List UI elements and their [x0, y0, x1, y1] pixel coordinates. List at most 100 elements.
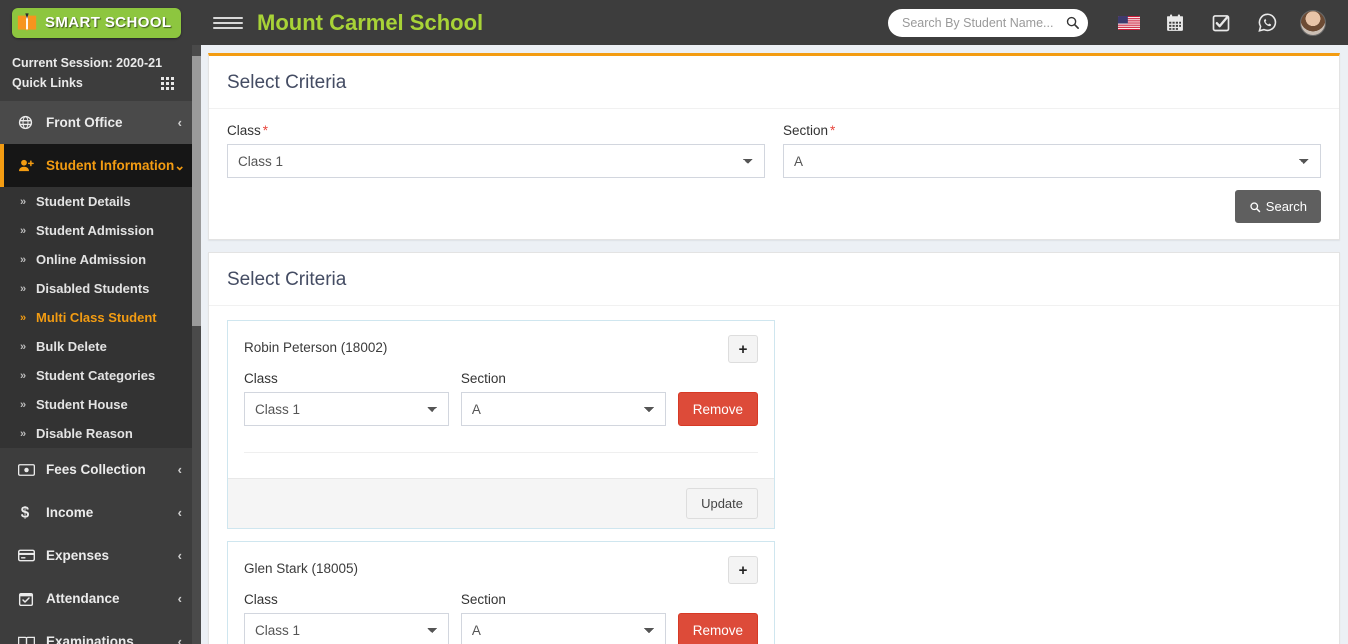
- search-button-row: Search: [227, 178, 1321, 227]
- sidebar-item-label: Attendance: [40, 591, 178, 606]
- student-cards-grid: Robin Peterson (18002) + Class Class 1: [227, 320, 1321, 644]
- search-input[interactable]: [902, 16, 1065, 30]
- sidebar-subitem-student-details[interactable]: » Student Details: [0, 187, 200, 216]
- student-information-submenu: » Student Details » Student Admission » …: [0, 187, 200, 448]
- sidebar-subitem-student-admission[interactable]: » Student Admission: [0, 216, 200, 245]
- sidebar-subitem-bulk-delete[interactable]: » Bulk Delete: [0, 332, 200, 361]
- card-class-select[interactable]: Class 1: [244, 613, 449, 644]
- language-flag-button[interactable]: [1106, 0, 1152, 45]
- sidebar-item-label: Examinations: [40, 634, 178, 644]
- update-button[interactable]: Update: [686, 488, 758, 519]
- book-icon: [18, 635, 40, 644]
- chevron-double-right-icon: »: [20, 196, 36, 208]
- sidebar-item-examinations[interactable]: Examinations ‹: [0, 620, 200, 644]
- add-class-button[interactable]: +: [728, 556, 758, 584]
- chevron-double-right-icon: »: [20, 254, 36, 266]
- student-card-body: Robin Peterson (18002) + Class Class 1: [228, 321, 774, 478]
- calendar-icon: [1165, 13, 1185, 33]
- search-criteria-body: Class* Class 1 Section* A: [209, 109, 1339, 239]
- results-body: Robin Peterson (18002) + Class Class 1: [209, 306, 1339, 644]
- sidebar-subitem-multi-class-student[interactable]: » Multi Class Student: [0, 303, 200, 332]
- sidebar-item-income[interactable]: $ Income ‹: [0, 491, 200, 534]
- sidebar-subitem-online-admission[interactable]: » Online Admission: [0, 245, 200, 274]
- grid-icon[interactable]: [161, 77, 174, 90]
- sidebar-subitem-label: Student House: [36, 397, 128, 412]
- sidebar-subitem-student-categories[interactable]: » Student Categories: [0, 361, 200, 390]
- student-card: Glen Stark (18005) + Class Class 1: [227, 541, 775, 644]
- hamburger-icon-bar: [213, 22, 243, 24]
- student-search-box[interactable]: [888, 9, 1088, 37]
- sidebar-subitem-student-house[interactable]: » Student House: [0, 390, 200, 419]
- remove-button[interactable]: Remove: [678, 613, 758, 644]
- section-select[interactable]: A: [783, 144, 1321, 178]
- tasks-button[interactable]: [1198, 0, 1244, 45]
- card-icon: [18, 549, 40, 562]
- card-section-label: Section: [461, 371, 666, 386]
- sidebar-toggle-button[interactable]: [213, 17, 243, 29]
- sidebar-item-label: Income: [40, 505, 178, 520]
- task-check-icon: [1211, 13, 1231, 33]
- student-card-column: Glen Stark (18005) + Class Class 1: [227, 541, 775, 644]
- card-section-select[interactable]: A: [461, 392, 666, 426]
- results-panel: Select Criteria Robin Peterson (18002) +: [208, 252, 1340, 644]
- calendar-check-icon: [18, 591, 40, 607]
- app-logo[interactable]: SMART SCHOOL: [12, 8, 181, 38]
- add-class-button[interactable]: +: [728, 335, 758, 363]
- card-class-select[interactable]: Class 1: [244, 392, 449, 426]
- class-label-text: Class: [227, 123, 261, 138]
- sidebar-subitem-label: Disabled Students: [36, 281, 149, 296]
- quick-links-row[interactable]: Quick Links: [12, 73, 188, 93]
- user-plus-icon: [18, 158, 40, 173]
- student-card: Robin Peterson (18002) + Class Class 1: [227, 320, 775, 529]
- money-icon: [18, 463, 40, 477]
- student-card-body: Glen Stark (18005) + Class Class 1: [228, 542, 774, 644]
- class-select[interactable]: Class 1: [227, 144, 765, 178]
- sidebar-subitem-label: Online Admission: [36, 252, 146, 267]
- whatsapp-button[interactable]: [1244, 0, 1290, 45]
- hamburger-icon-bar: [213, 17, 243, 19]
- sidebar-item-attendance[interactable]: Attendance ‹: [0, 577, 200, 620]
- user-account-button[interactable]: [1290, 0, 1336, 45]
- chevron-double-right-icon: »: [20, 225, 36, 237]
- results-header: Select Criteria: [209, 253, 1339, 306]
- chevron-double-right-icon: »: [20, 428, 36, 440]
- chevron-double-right-icon: »: [20, 283, 36, 295]
- topbar-actions: [888, 0, 1348, 45]
- student-class-row: Class Class 1 Section A: [244, 371, 758, 426]
- sidebar-item-label: Front Office: [40, 115, 178, 130]
- card-section-select[interactable]: A: [461, 613, 666, 644]
- student-card-header: Robin Peterson (18002) +: [244, 335, 758, 363]
- sidebar-subitem-label: Student Details: [36, 194, 131, 209]
- student-card-column: Robin Peterson (18002) + Class Class 1: [227, 320, 775, 541]
- sidebar-subitem-disabled-students[interactable]: » Disabled Students: [0, 274, 200, 303]
- student-name: Robin Peterson (18002): [244, 335, 387, 355]
- logo-text: SMART SCHOOL: [45, 14, 171, 31]
- card-class-label: Class: [244, 592, 449, 607]
- chevron-double-right-icon: »: [20, 341, 36, 353]
- required-asterisk: *: [263, 123, 268, 138]
- card-divider: [244, 452, 758, 478]
- remove-button[interactable]: Remove: [678, 392, 758, 426]
- hamburger-icon-bar: [213, 27, 243, 29]
- card-section-group: Section A: [461, 371, 666, 426]
- sidebar-item-student-information[interactable]: Student Information ⌄: [0, 144, 200, 187]
- chevron-double-right-icon: »: [20, 370, 36, 382]
- card-section-label: Section: [461, 592, 666, 607]
- results-title: Select Criteria: [227, 269, 1321, 291]
- search-icon[interactable]: [1065, 15, 1080, 30]
- search-button[interactable]: Search: [1235, 190, 1321, 223]
- card-section-group: Section A: [461, 592, 666, 644]
- front-office-icon: [18, 115, 40, 130]
- sidebar-item-front-office[interactable]: Front Office ‹: [0, 101, 200, 144]
- sidebar-item-fees-collection[interactable]: Fees Collection ‹: [0, 448, 200, 491]
- sidebar-subitem-label: Disable Reason: [36, 426, 133, 441]
- avatar: [1300, 10, 1326, 36]
- calendar-button[interactable]: [1152, 0, 1198, 45]
- sidebar-scrollbar-thumb[interactable]: [192, 56, 201, 326]
- required-asterisk: *: [830, 123, 835, 138]
- card-class-group: Class Class 1: [244, 592, 449, 644]
- sidebar-subitem-label: Multi Class Student: [36, 310, 157, 325]
- search-button-label: Search: [1266, 199, 1307, 214]
- sidebar-subitem-disable-reason[interactable]: » Disable Reason: [0, 419, 200, 448]
- sidebar-item-expenses[interactable]: Expenses ‹: [0, 534, 200, 577]
